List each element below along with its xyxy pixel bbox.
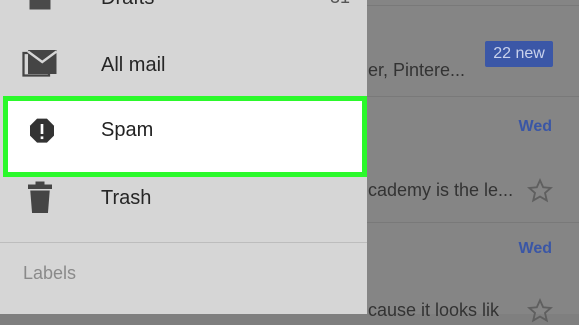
drawer-item-label: Drafts [101, 0, 154, 10]
star-icon[interactable] [526, 297, 554, 325]
email-preview[interactable]: cause it looks lik [368, 300, 499, 321]
list-divider [367, 222, 579, 223]
all-mail-icon [22, 50, 58, 77]
new-count-badge: 22 new [485, 41, 553, 67]
drawer-divider [0, 242, 367, 243]
navigation-drawer: Drafts 31 All mail Spam Trash Labels [0, 0, 367, 314]
draft-icon [29, 0, 51, 10]
star-icon[interactable] [526, 177, 554, 205]
drawer-item-all-mail[interactable]: All mail [0, 32, 367, 98]
drawer-item-drafts[interactable]: Drafts 31 [0, 0, 367, 26]
list-divider [367, 5, 579, 6]
drawer-item-label: Spam [101, 119, 154, 141]
labels-section-header: Labels [23, 263, 77, 283]
trash-icon [28, 181, 52, 213]
drawer-item-label: All mail [101, 54, 166, 76]
drawer-item-label: Trash [101, 187, 152, 209]
drawer-item-trash[interactable]: Trash [0, 165, 367, 231]
drawer-item-count: 31 [330, 0, 350, 8]
email-preview[interactable]: er, Pintere... [368, 60, 465, 81]
list-divider [367, 96, 579, 97]
spam-icon [30, 118, 54, 143]
email-date: Wed [518, 118, 552, 135]
email-preview[interactable]: cademy is the le... [368, 180, 513, 201]
email-date: Wed [518, 240, 552, 257]
